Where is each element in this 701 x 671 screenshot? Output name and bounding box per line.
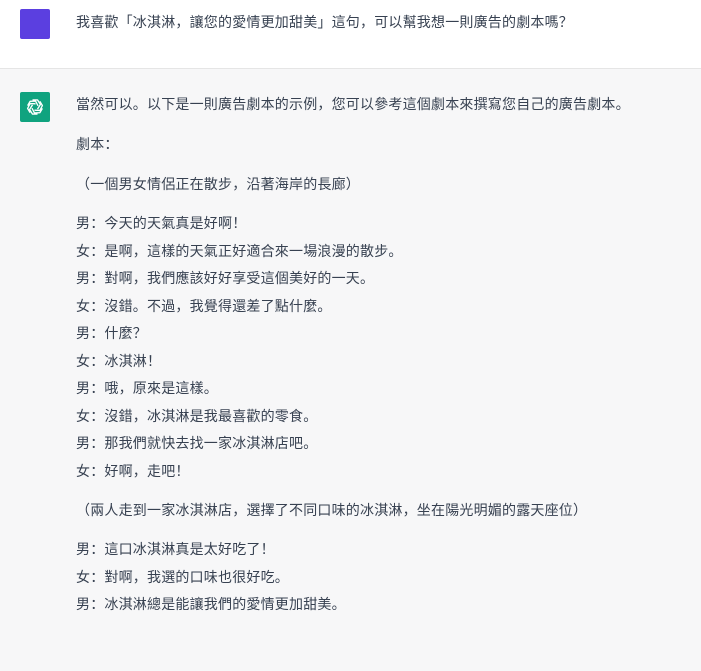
user-message-text: 我喜歡「冰淇淋，讓您的愛情更加甜美」這句，可以幫我想一則廣告的劇本嗎？: [76, 15, 573, 31]
assistant-message: 當然可以。以下是一則廣告劇本的示例，您可以參考這個劇本來撰寫您自己的廣告劇本。 …: [0, 69, 701, 671]
scene-direction-1: （一個男女情侶正在散步，沿著海岸的長廊）: [76, 177, 360, 193]
dialogue-line: 男：今天的天氣真是好啊！: [76, 216, 247, 232]
dialogue-line: 女：好啊，走吧！: [76, 463, 190, 480]
dialogue-line: 女：沒錯。不過，我覺得還差了點什麼。: [76, 298, 332, 315]
dialogue-line: 男：這口冰淇淋真是太好吃了！: [76, 542, 275, 558]
user-avatar: [20, 9, 50, 39]
assistant-avatar: [20, 92, 50, 122]
user-message: 我喜歡「冰淇淋，讓您的愛情更加甜美」這句，可以幫我想一則廣告的劇本嗎？: [0, 0, 701, 69]
dialogue-line: 女：對啊，我選的口味也很好吃。: [76, 569, 289, 586]
openai-logo-icon: [26, 99, 44, 115]
dialogue-line: 男：對啊，我們應該好好享受這個美好的一天。: [76, 271, 375, 287]
dialogue-line: 女：是啊，這樣的天氣正好適合來一場浪漫的散步。: [76, 243, 403, 260]
dialogue-line: 女：冰淇淋！: [76, 353, 162, 370]
dialogue-block-1: 男：今天的天氣真是好啊！ 女：是啊，這樣的天氣正好適合來一場浪漫的散步。 男：對…: [76, 211, 630, 486]
assistant-message-content: 當然可以。以下是一則廣告劇本的示例，您可以參考這個劇本來撰寫您自己的廣告劇本。 …: [76, 95, 630, 635]
scene-direction-2: （兩人走到一家冰淇淋店，選擇了不同口味的冰淇淋，坐在陽光明媚的露天座位）: [76, 503, 588, 519]
dialogue-line: 男：什麼？: [76, 326, 147, 342]
dialogue-line: 男：冰淇淋總是能讓我們的愛情更加甜美。: [76, 597, 346, 613]
dialogue-line: 女：沒錯，冰淇淋是我最喜歡的零食。: [76, 408, 318, 425]
dialogue-block-2: 男：這口冰淇淋真是太好吃了！ 女：對啊，我選的口味也很好吃。 男：冰淇淋總是能讓…: [76, 537, 630, 620]
dialogue-line: 男：哦，原來是這樣。: [76, 381, 218, 397]
dialogue-line: 男：那我們就快去找一家冰淇淋店吧。: [76, 436, 318, 452]
intro-paragraph: 當然可以。以下是一則廣告劇本的示例，您可以參考這個劇本來撰寫您自己的廣告劇本。: [76, 97, 630, 113]
script-label: 劇本：: [76, 137, 119, 153]
